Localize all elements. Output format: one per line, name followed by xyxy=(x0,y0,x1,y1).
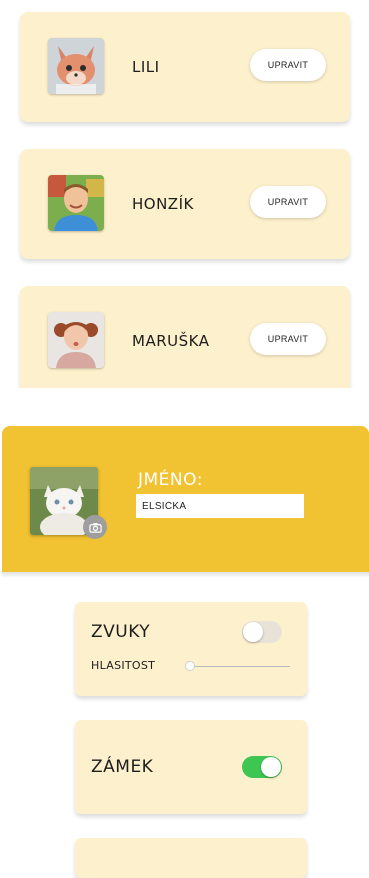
profile-name: MARUŠKA xyxy=(132,332,210,350)
sounds-label: ZVUKY xyxy=(91,622,151,642)
lock-toggle[interactable] xyxy=(242,756,282,778)
profile-card-lili: LILI UPRAVIT xyxy=(20,12,350,122)
setting-card-partial xyxy=(75,838,307,878)
volume-slider[interactable] xyxy=(185,661,290,671)
camera-icon[interactable] xyxy=(83,515,107,539)
name-label: JMÉNO: xyxy=(138,470,203,490)
volume-label: HLASITOST xyxy=(91,659,156,672)
toggle-knob xyxy=(261,757,281,777)
volume-slider-thumb[interactable] xyxy=(185,661,195,671)
edit-profile-button[interactable]: UPRAVIT xyxy=(250,49,326,81)
content-gap xyxy=(0,388,369,426)
lock-setting-card: ZÁMEK xyxy=(75,720,307,814)
profile-card-maruska: MARUŠKA UPRAVIT xyxy=(20,286,350,396)
edit-profile-button[interactable]: UPRAVIT xyxy=(250,323,326,355)
profile-editor-panel: JMÉNO: xyxy=(2,426,369,578)
sounds-setting-card: ZVUKY HLASITOST xyxy=(75,602,307,696)
boy-photo-avatar-icon xyxy=(48,175,104,231)
profile-card-honzik: HONZÍK UPRAVIT xyxy=(20,149,350,259)
girl-photo-avatar-icon xyxy=(48,312,104,368)
profile-name: LILI xyxy=(132,58,160,76)
name-input[interactable] xyxy=(136,494,304,518)
lock-label: ZÁMEK xyxy=(91,757,154,777)
profile-name: HONZÍK xyxy=(132,195,194,213)
cartoon-fox-avatar-icon xyxy=(48,38,104,94)
toggle-knob xyxy=(243,622,263,642)
sounds-toggle[interactable] xyxy=(242,621,282,643)
edit-profile-button[interactable]: UPRAVIT xyxy=(250,186,326,218)
